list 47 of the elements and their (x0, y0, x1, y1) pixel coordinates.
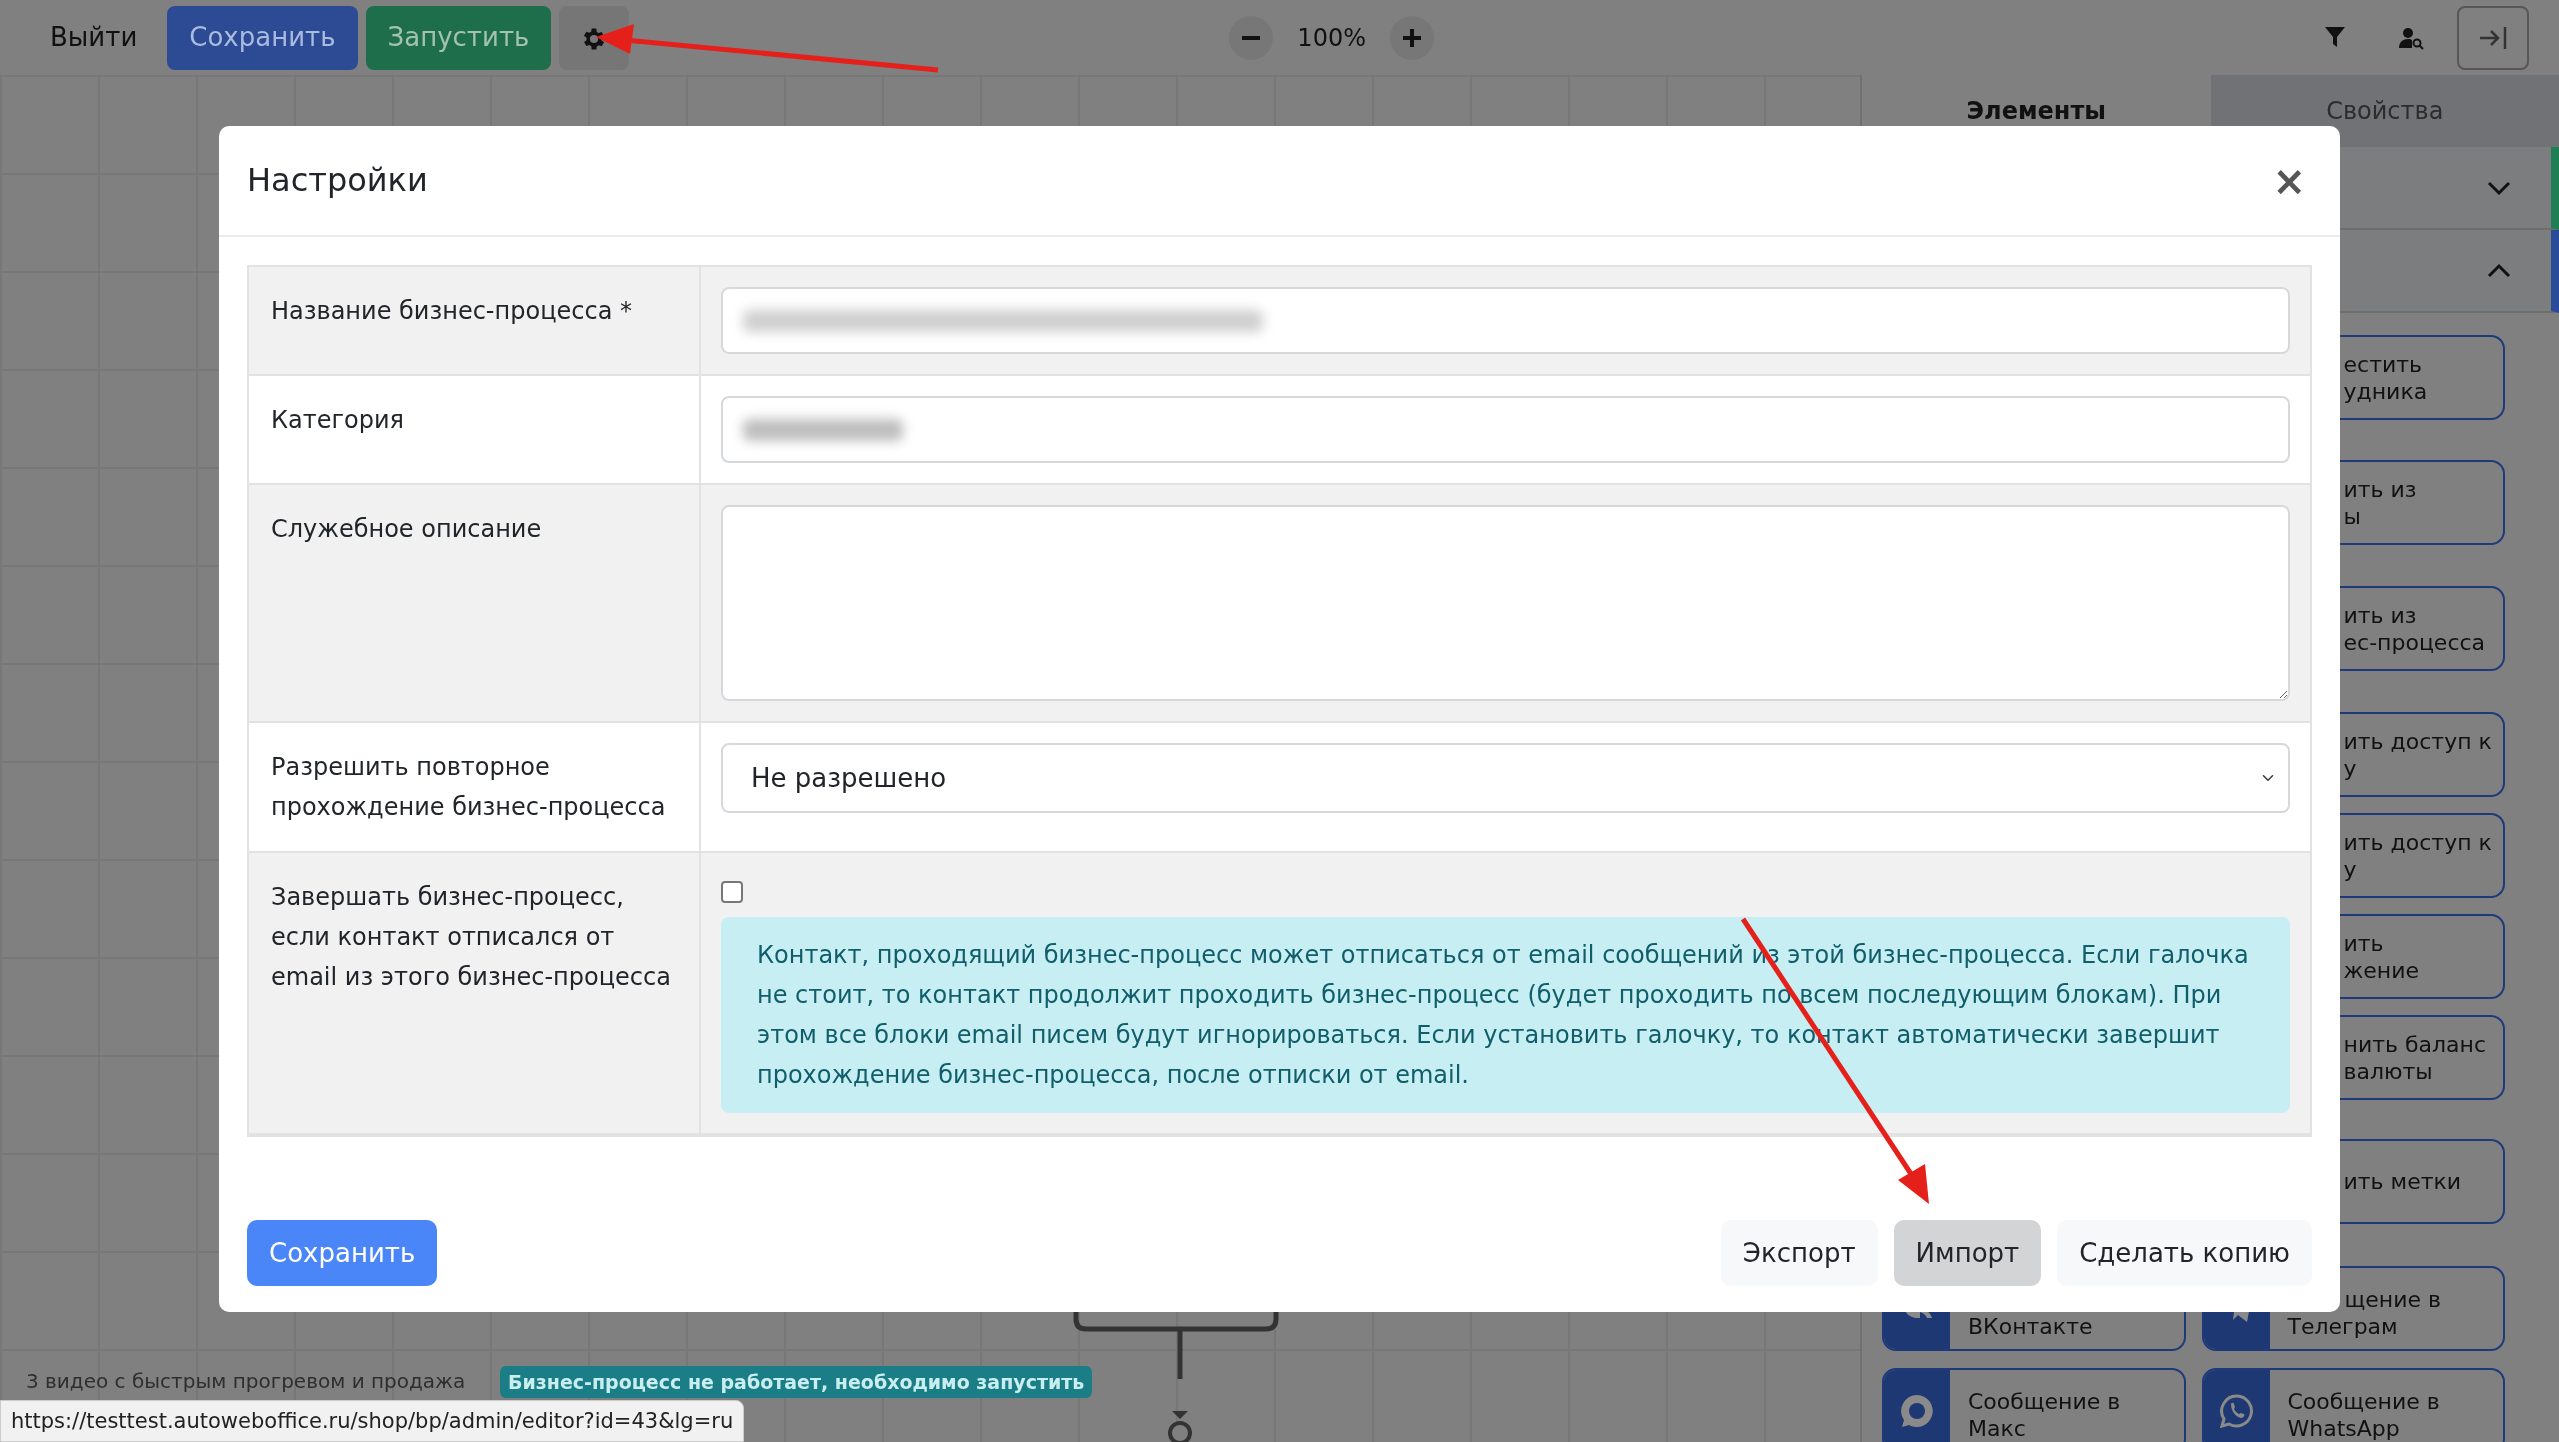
select-field[interactable]: Не разрешено (721, 743, 2290, 813)
element-label: естить удника (2343, 350, 2428, 405)
element-label: ить из ы (2343, 475, 2417, 530)
field-label: Название бизнес-процесса * (249, 267, 701, 374)
element-label: нить баланс валюты (2343, 1030, 2487, 1085)
element-label: ить жение (2343, 929, 2420, 984)
field-label: Завершать бизнес-процесс, если контакт отписался от email из этого бизнес-процесса (249, 853, 701, 1133)
action-button[interactable]: Экспорт (1720, 1220, 1878, 1286)
phone-bubble-icon (2219, 1393, 2254, 1428)
status-url-tooltip: https://testtest.autoweboffice.ru/shop/bp/admin/editor?id=43&lg=ru (0, 1400, 745, 1442)
element-label: Сообщение в Макс (1968, 1387, 2121, 1442)
element-block[interactable]: Сообщение в Макс (1882, 1368, 2186, 1442)
plus-icon (1403, 28, 1421, 47)
settings-button[interactable] (559, 5, 630, 70)
chevron-down-icon (2487, 179, 2511, 196)
element-label: ить доступ к у (2343, 828, 2492, 883)
action-button[interactable]: Сделать копию (2057, 1220, 2312, 1286)
input-field[interactable] (721, 287, 2290, 354)
element-label: ВКонтакте (1968, 1312, 2093, 1340)
run-button[interactable]: Запустить (365, 5, 552, 70)
minus-icon (1242, 35, 1261, 40)
field-label: Разрешить повторное прохождение бизнес-процесса (249, 723, 701, 851)
filter-icon (2324, 25, 2346, 50)
user-search-icon (2398, 25, 2424, 50)
zoom-level: 100% (1297, 22, 1366, 54)
status-badge: Бизнес-процесс не работает, необходимо запустить (500, 1365, 1093, 1398)
chevron-up-icon (2487, 262, 2511, 279)
field-label: Категория (249, 376, 701, 483)
exit-button[interactable]: Выйти (28, 5, 160, 70)
field-label: Служебное описание (249, 485, 701, 721)
element-label: ить метки (2343, 1168, 2462, 1195)
close-button[interactable]: × (2266, 160, 2312, 201)
element-label: щение в Телеграм (2287, 1285, 2441, 1340)
element-label: Сообщение в WhatsApp (2287, 1387, 2440, 1442)
collapse-panel-button[interactable] (2457, 5, 2529, 70)
element-label: ить из ес-процесса (2343, 601, 2486, 656)
input-field[interactable] (721, 396, 2290, 463)
process-name: 3 видео с быстрым прогревом и продажа (26, 1368, 466, 1395)
checkbox[interactable] (721, 881, 743, 903)
zoom-in-button[interactable] (1390, 15, 1434, 60)
element-label: ить доступ к у (2343, 727, 2492, 782)
save-button[interactable]: Сохранить (247, 1220, 438, 1286)
textarea-field[interactable] (721, 505, 2290, 701)
action-button[interactable]: Импорт (1893, 1220, 2042, 1286)
modal-title: Настройки (247, 161, 428, 200)
save-button[interactable]: Сохранить (167, 5, 358, 70)
element-block[interactable]: Сообщение в WhatsApp (2201, 1368, 2505, 1442)
